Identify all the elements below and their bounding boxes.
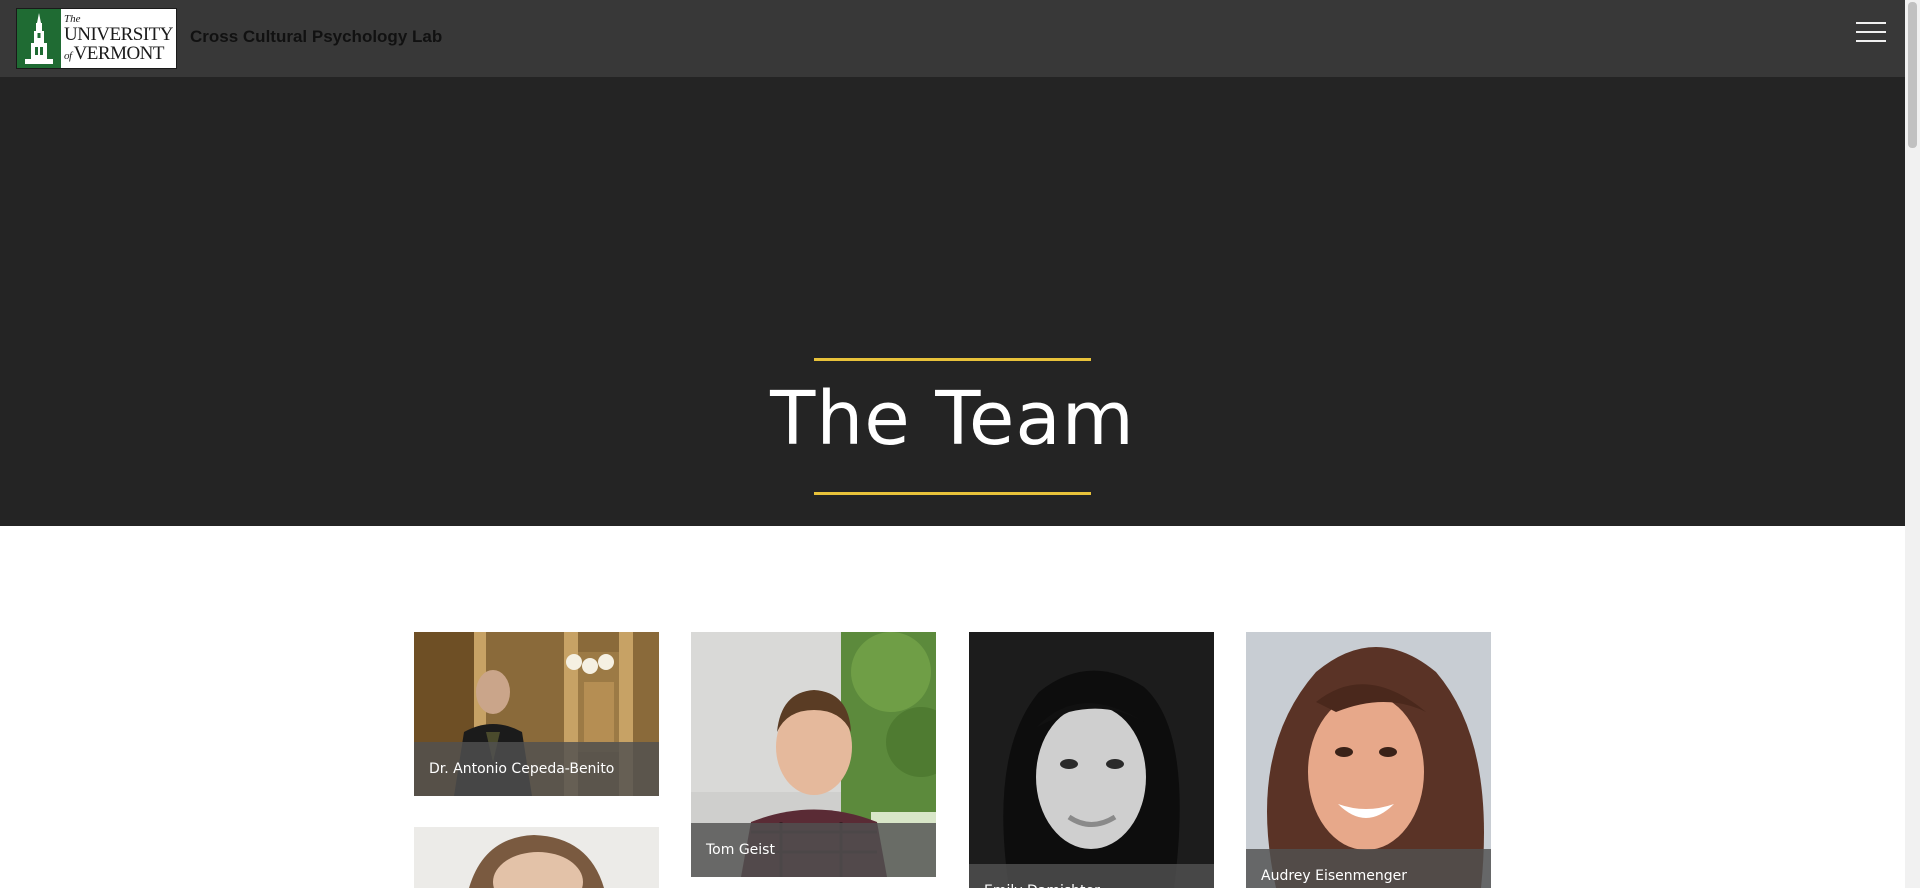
team-member-photo (414, 827, 659, 888)
team-card[interactable]: Dr. Antonio Cepeda-Benito (414, 632, 659, 796)
hero-banner: The Team (0, 77, 1905, 526)
logo-line-vermont: of VERMONT (64, 44, 176, 63)
university-logo-link[interactable]: The UNIVERSITY of VERMONT (16, 8, 177, 69)
menu-bar-middle (1856, 31, 1886, 33)
uvm-tower-icon (17, 9, 61, 68)
team-card[interactable]: Audrey Eisenmenger (1246, 632, 1491, 888)
logo-line-university: UNIVERSITY (64, 24, 174, 45)
menu-bar-bottom (1856, 40, 1886, 42)
team-member-name: Emily Damishter (969, 864, 1214, 888)
team-member-name: Audrey Eisenmenger (1246, 849, 1491, 888)
page-scrollbar[interactable] (1905, 0, 1920, 888)
site-header: The UNIVERSITY of VERMONT Cross Cultural … (0, 0, 1905, 77)
logo-wordmark: The UNIVERSITY of VERMONT (61, 9, 176, 68)
hero-rule-bottom (814, 492, 1091, 495)
scrollbar-thumb[interactable] (1908, 2, 1917, 148)
team-member-name: Tom Geist (691, 823, 936, 877)
logo-of: of (64, 50, 72, 62)
site-title-link[interactable]: Cross Cultural Psychology Lab (190, 27, 442, 47)
hero-rule-top (814, 358, 1091, 361)
menu-bar-top (1856, 22, 1886, 24)
team-member-name: Dr. Antonio Cepeda-Benito (414, 742, 659, 796)
team-card[interactable]: Emily Damishter (969, 632, 1214, 888)
hamburger-menu-icon[interactable] (1856, 22, 1888, 44)
page: The UNIVERSITY of VERMONT Cross Cultural … (0, 0, 1920, 888)
logo-vermont: VERMONT (73, 43, 165, 64)
page-title: The Team (770, 376, 1135, 462)
team-card[interactable]: Tom Geist (691, 632, 936, 877)
team-card[interactable] (414, 827, 659, 888)
team-member-photo (969, 632, 1214, 888)
